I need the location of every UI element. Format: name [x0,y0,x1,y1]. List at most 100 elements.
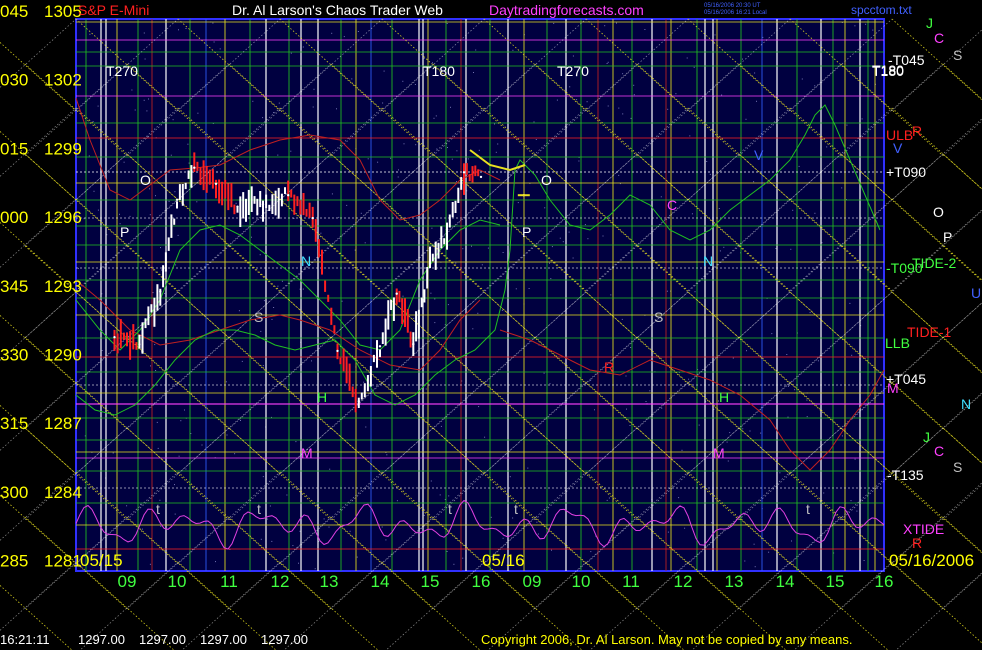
star-dot [775,248,777,249]
y-angle-label: 315 [0,414,28,433]
star-dot [262,117,264,119]
star-dot [473,72,474,73]
star-dot [423,57,425,59]
star-dot [787,385,789,387]
star-dot [434,322,436,324]
x-hour-label: 09 [523,572,542,591]
x-hour-label: 15 [421,572,440,591]
star-dot [140,503,141,505]
curve-label-left: P [120,224,129,240]
star-dot [854,25,856,27]
star-dot [698,424,700,426]
star-dot [590,379,592,381]
star-dot [241,360,243,362]
star-dot [403,143,405,145]
price-point-10 [336,349,339,353]
right-margin-label: J [926,15,933,31]
star-dot [144,58,146,60]
star-dot [666,290,668,292]
star-dot [719,250,721,252]
star-dot [487,247,489,249]
star-dot [174,513,176,515]
star-dot [754,566,756,568]
star-dot [645,401,647,402]
star-dot [481,264,483,266]
star-dot [201,444,203,446]
star-dot [187,143,189,145]
star-dot [146,110,148,112]
status-time: 16:21:11 [0,632,50,647]
x-hour-label: 16 [472,572,491,591]
star-dot [622,73,624,75]
star-dot [749,430,751,432]
status-high: 1297.00 [139,632,186,647]
right-margin-label: TIDE-2 [912,255,957,271]
star-dot [501,309,503,311]
star-dot [385,539,387,541]
curve-label-left: O [140,172,151,188]
right-margin-label: R [912,123,922,139]
star-dot [451,158,453,160]
star-dot [790,248,792,250]
star-dot [363,381,365,383]
right-margin-label: J [923,429,930,445]
star-dot [711,522,712,524]
x-hour-label: 11 [622,572,640,591]
star-dot [625,375,627,377]
x-hour-label: 14 [371,572,390,591]
star-dot [787,416,789,418]
star-dot [549,383,551,385]
bottom-mark: t [156,501,160,517]
star-dot [290,52,292,54]
star-dot [806,416,808,418]
star-dot [553,22,555,24]
star-dot [786,354,788,355]
star-dot [168,200,170,202]
star-dot [814,212,816,214]
star-dot [618,174,620,176]
star-dot [681,449,683,451]
price-point-4 [193,166,196,169]
star-dot [660,196,662,198]
star-dot [180,420,182,422]
star-dot [746,350,747,352]
price-point-15 [428,262,432,266]
star-dot [714,34,716,36]
y-price-label: 1296 [44,208,82,227]
star-dot [543,372,545,374]
star-dot [549,262,550,264]
star-dot [131,89,133,91]
star-dot [302,288,304,290]
star-dot [434,298,436,300]
curve-label-right: C [667,197,677,213]
star-dot [745,118,747,120]
x-hour-label: 16 [875,572,894,591]
price-point-0 [113,336,116,339]
y-angle-label: 000 [0,208,28,227]
star-dot [667,531,669,533]
right-margin-label: M [887,380,899,396]
star-dot [129,215,131,217]
site-url-link[interactable]: Daytradingforecasts.com [489,2,644,18]
price-point-1 [138,342,141,346]
star-dot [423,514,425,516]
y-price-label: 1293 [44,277,82,296]
star-dot [544,207,546,209]
star-dot [143,32,145,34]
bottom-mark: t [257,501,261,517]
curve-label-left: N [301,253,311,269]
star-dot [259,254,261,256]
star-dot [814,85,816,87]
star-dot [177,234,179,236]
star-dot [872,29,874,31]
star-dot [798,165,800,167]
star-dot [97,209,99,211]
star-dot [607,105,609,107]
star-dot [262,476,264,478]
star-dot [568,231,570,233]
curve-label-left: M [301,445,313,461]
star-dot [801,78,803,80]
star-dot [356,556,358,558]
star-dot [512,49,514,51]
star-dot [606,499,608,501]
